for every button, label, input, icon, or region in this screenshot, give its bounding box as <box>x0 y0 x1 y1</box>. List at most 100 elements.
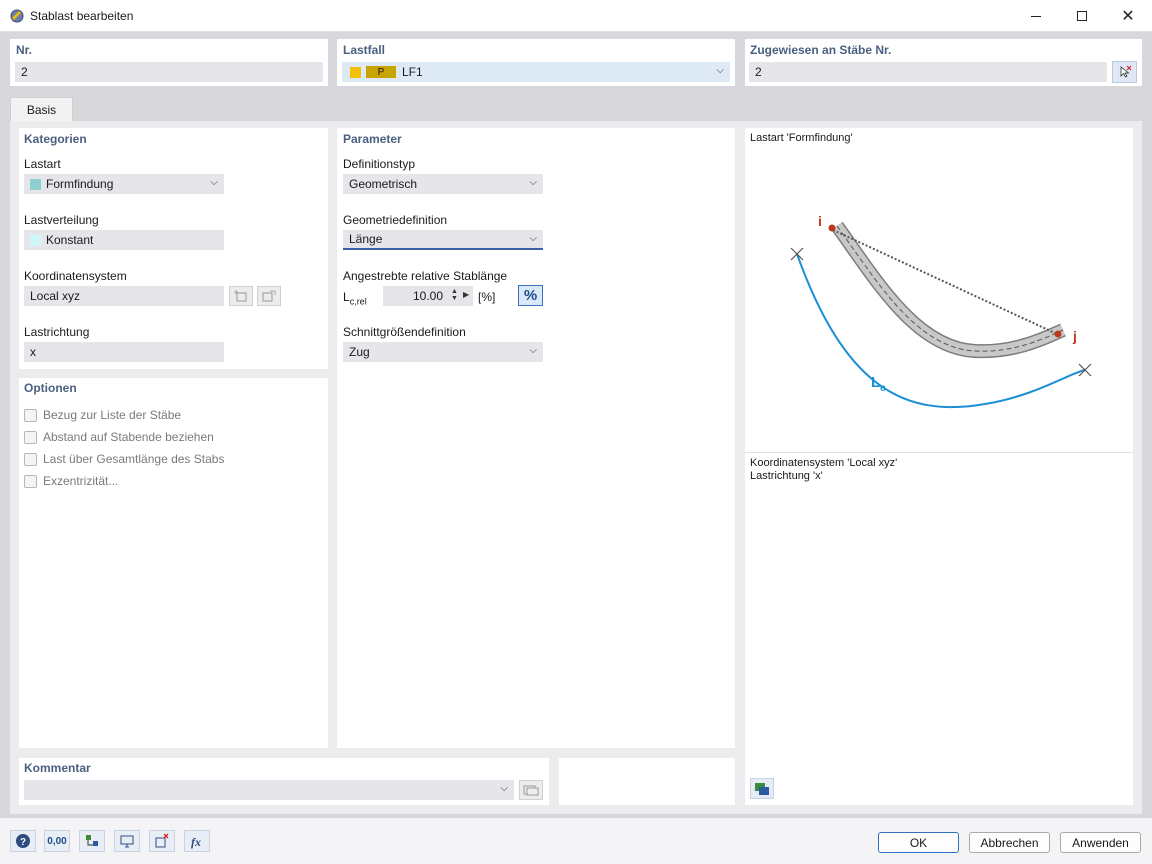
help-button[interactable]: ? <box>10 830 36 852</box>
close-button[interactable]: ✕ <box>1105 0 1151 32</box>
zugewiesen-panel: Zugewiesen an Stäbe Nr. 2 <box>745 39 1142 86</box>
lcrel-input[interactable]: 10.00 <box>383 286 473 306</box>
structure-button[interactable] <box>79 830 105 852</box>
tab-basis-label: Basis <box>26 103 57 117</box>
library-icon <box>523 785 539 796</box>
schnitt-value: Zug <box>349 345 370 359</box>
optionen-title: Optionen <box>24 381 77 395</box>
lc-sub: c <box>880 383 886 394</box>
option-bezug[interactable]: Bezug zur Liste der Stäbe <box>24 408 181 422</box>
checkbox[interactable] <box>24 474 37 488</box>
lastart-select[interactable]: Formfindung ⌵ <box>24 174 224 194</box>
chevron-down-icon: ⌵ <box>529 345 537 356</box>
nr-field[interactable]: 2 <box>15 62 323 82</box>
select-members-button[interactable] <box>1112 61 1137 83</box>
formula-icon: fx <box>191 835 201 849</box>
kategorien-panel: Kategorien Lastart Formfindung ⌵ Lastver… <box>19 128 328 369</box>
svg-text:fx: fx <box>191 835 201 849</box>
stablaenge-label: Angestrebte relative Stablänge <box>343 269 508 283</box>
schnitt-label: Schnittgrößendefinition <box>343 325 466 339</box>
units-button[interactable]: 0,00 <box>44 830 70 852</box>
lcrel-sub: c,rel <box>349 296 367 307</box>
minimize-icon <box>1031 15 1041 17</box>
node-j <box>1054 330 1062 338</box>
chevron-down-icon: ⌵ <box>529 177 537 188</box>
member-beam <box>831 221 1066 359</box>
koordinatensystem-field: Local xyz <box>24 286 224 306</box>
zugewiesen-label: Zugewiesen an Stäbe Nr. <box>750 43 892 57</box>
lastrichtung-label: Lastrichtung <box>24 325 90 339</box>
kommentar-title: Kommentar <box>24 761 91 775</box>
member-beam-inner <box>832 222 1066 357</box>
option-label: Last über Gesamtlänge des Stabs <box>43 452 225 466</box>
delete-selection-icon <box>155 833 169 848</box>
checkbox[interactable] <box>24 452 37 466</box>
definitionstyp-select[interactable]: Geometrisch ⌵ <box>343 174 543 194</box>
checkbox[interactable] <box>24 430 37 444</box>
new-coordinate-system-icon <box>234 290 247 302</box>
pick-cursor-icon <box>1120 65 1131 78</box>
maximize-icon <box>1077 11 1087 21</box>
lastrichtung-field: x <box>24 342 224 362</box>
kommentar-library-button[interactable] <box>519 780 543 800</box>
arrow-right-icon[interactable]: ▶ <box>463 290 469 299</box>
lastfall-tag: P <box>366 66 396 78</box>
ok-button[interactable]: OK <box>878 832 959 853</box>
info-coordinate-system: Koordinatensystem 'Local xyz' <box>750 457 898 469</box>
app-icon <box>9 8 25 24</box>
zugewiesen-field[interactable]: 2 <box>749 62 1107 82</box>
lastfall-label: Lastfall <box>343 43 386 57</box>
chevron-down-icon: ⌵ <box>716 65 724 76</box>
svg-text:?: ? <box>20 837 26 848</box>
kommentar-panel: Kommentar ⌵ <box>19 758 549 805</box>
lastverteilung-label: Lastverteilung <box>24 213 99 227</box>
geometriedefinition-select[interactable]: Länge ⌵ <box>343 230 543 250</box>
option-exzentrizitaet[interactable]: Exzentrizität... <box>24 474 118 488</box>
view-icon <box>120 835 134 848</box>
percent-toggle-button[interactable]: % <box>518 285 543 306</box>
view-button[interactable] <box>114 830 140 852</box>
cancel-button[interactable]: Abbrechen <box>969 832 1050 853</box>
preview-divider <box>745 452 1133 453</box>
geometriedefinition-value: Länge <box>349 232 383 246</box>
minimize-button[interactable] <box>1013 0 1059 32</box>
maximize-button[interactable] <box>1059 0 1105 32</box>
lastfall-select[interactable]: P LF1 ⌵ <box>342 62 730 82</box>
formfindung-diagram <box>790 221 1092 409</box>
apply-button[interactable]: Anwenden <box>1060 832 1141 853</box>
lcrel-symbol: Lc,rel <box>343 290 367 306</box>
option-label: Bezug zur Liste der Stäbe <box>43 408 182 422</box>
node-i <box>828 224 836 232</box>
preview-options-button[interactable] <box>750 778 774 799</box>
lcrel-main: L <box>343 290 350 304</box>
help-icon: ? <box>16 834 30 848</box>
lastfall-color-swatch <box>350 66 361 78</box>
new-coordinate-system-button[interactable] <box>229 286 253 306</box>
node-i-label: i <box>818 213 822 229</box>
formula-button[interactable]: fx <box>184 830 210 852</box>
definitionstyp-value: Geometrisch <box>349 177 418 191</box>
kommentar-input[interactable]: ⌵ <box>24 780 514 800</box>
edit-coordinate-system-icon <box>262 290 276 302</box>
edit-coordinate-system-button[interactable] <box>257 286 281 306</box>
preview-panel: Lastart 'Formfindung' i j Lc Koordinaten… <box>745 128 1133 805</box>
schnitt-select[interactable]: Zug ⌵ <box>343 342 543 362</box>
spin-icon[interactable]: ▲ ▼ <box>451 288 458 302</box>
checkbox[interactable] <box>24 408 37 422</box>
node-j-label: j <box>1073 328 1077 344</box>
preview-title: Lastart 'Formfindung' <box>750 132 853 144</box>
structure-icon <box>86 835 98 846</box>
nr-panel: Nr. 2 <box>10 39 328 86</box>
close-icon: ✕ <box>1121 8 1135 25</box>
cable-end-mark-right <box>1078 363 1092 377</box>
tab-basis[interactable]: Basis <box>10 97 73 122</box>
option-abstand[interactable]: Abstand auf Stabende beziehen <box>24 430 214 444</box>
nr-label: Nr. <box>16 43 33 57</box>
lastart-value: Formfindung <box>46 177 114 191</box>
chevron-down-icon: ⌵ <box>500 783 508 794</box>
lastverteilung-value: Konstant <box>46 233 94 247</box>
option-gesamtlaenge[interactable]: Last über Gesamtlänge des Stabs <box>24 452 224 466</box>
delete-selection-button[interactable] <box>149 830 175 852</box>
optionen-panel: Optionen Bezug zur Liste der Stäbe Absta… <box>19 378 328 748</box>
preview-image-icon <box>755 782 769 795</box>
